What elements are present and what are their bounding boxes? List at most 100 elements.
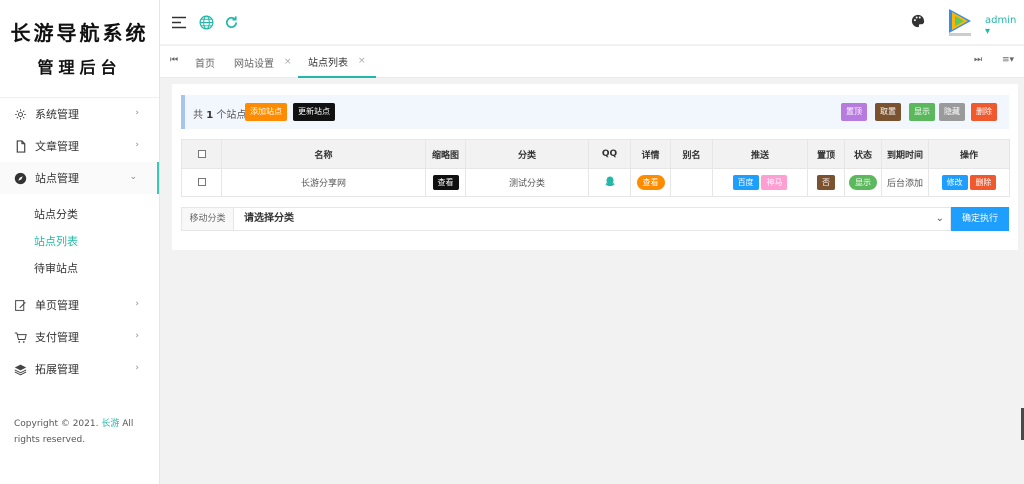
close-icon[interactable]: ×	[358, 56, 366, 66]
execute-button[interactable]: 确定执行	[951, 207, 1009, 231]
refresh-icon[interactable]	[222, 13, 240, 31]
user-name: admin	[985, 15, 1017, 26]
sidebar-item-label: 拓展管理	[35, 363, 79, 376]
thumb-cell: 查看	[425, 168, 466, 197]
category-select[interactable]: 请选择分类 ⌄	[234, 207, 951, 231]
copyright-prefix: Copyright © 2021.	[14, 419, 99, 429]
toolbar: 共 1 个站点 添加站点 更新站点 置顶 取置 显示 隐藏 删除	[181, 95, 1009, 129]
site-count: 共 1 个站点	[193, 106, 246, 121]
col-status: 状态	[844, 139, 882, 169]
close-icon[interactable]: ×	[284, 57, 292, 67]
push-shenma-button[interactable]: 神马	[761, 175, 788, 190]
table-header-row: 名称 缩略图 分类 QQ 详情 别名 推送 置顶 状态 到期时间 操作	[181, 139, 1010, 169]
palette-icon[interactable]	[911, 14, 925, 28]
tab-next-icon[interactable]: ⏭	[974, 55, 982, 65]
col-push: 推送	[712, 139, 808, 169]
qq-cell	[588, 168, 631, 197]
edit-page-icon	[14, 299, 27, 312]
chevron-right-icon: ›	[135, 108, 139, 118]
edit-button[interactable]: 修改	[941, 175, 968, 190]
view-detail-button[interactable]: 查看	[636, 175, 665, 190]
col-category: 分类	[465, 139, 589, 169]
chevron-right-icon: ›	[135, 363, 139, 373]
select-all-cell[interactable]	[181, 139, 222, 169]
tab-prev-icon[interactable]: ⏮	[170, 55, 178, 65]
show-button[interactable]: 显示	[909, 103, 935, 121]
sidebar-item-extensions[interactable]: 拓展管理 ›	[0, 353, 159, 385]
pin-button[interactable]: 置顶	[841, 103, 867, 121]
chevron-right-icon: ›	[135, 331, 139, 341]
logo[interactable]: 长游导航系统 管理后台	[0, 0, 159, 95]
col-qq: QQ	[588, 139, 631, 169]
chevron-right-icon: ›	[135, 140, 139, 150]
push-cell: 百度 神马	[712, 168, 808, 197]
content-card: 共 1 个站点 添加站点 更新站点 置顶 取置 显示 隐藏 删除 名称 缩略图 …	[172, 84, 1018, 250]
sidebar-item-label: 文章管理	[35, 140, 79, 153]
count-value: 1	[206, 110, 214, 121]
count-prefix: 共	[193, 110, 203, 121]
tab-home[interactable]: 首页	[195, 46, 215, 78]
chevron-down-icon: ⌄	[129, 172, 137, 182]
row-select-cell[interactable]	[181, 168, 222, 197]
tab-bar: ⏮ 首页 网站设置 × 站点列表 × ⏭ ≡▾	[160, 45, 1024, 78]
move-category-bar: 移动分类 请选择分类 ⌄ 确定执行	[181, 207, 1009, 231]
sidebar-item-sites[interactable]: 站点管理 ⌄	[0, 162, 159, 194]
document-icon	[14, 139, 27, 153]
sidebar-item-label: 支付管理	[35, 331, 79, 344]
site-name-link[interactable]: 长游分享网	[221, 168, 426, 197]
hide-button[interactable]: 隐藏	[939, 103, 965, 121]
view-thumbnail-button[interactable]: 查看	[432, 175, 459, 190]
expire-cell: 后台添加	[881, 168, 929, 197]
submenu-item-site-category[interactable]: 站点分类	[0, 200, 159, 227]
sidebar: 长游导航系统 管理后台 系统管理 › 文章管理 › 站点管理 ⌄ 站点分类 站点…	[0, 0, 160, 484]
chevron-down-icon: ▾	[985, 26, 991, 37]
col-actions: 操作	[928, 139, 1010, 169]
row-checkbox[interactable]	[197, 178, 206, 186]
submenu-item-site-list[interactable]: 站点列表	[0, 227, 159, 254]
push-baidu-button[interactable]: 百度	[732, 175, 759, 190]
tab-label: 站点列表	[308, 57, 348, 69]
category-select-value: 请选择分类	[244, 213, 294, 224]
sidebar-item-system[interactable]: 系统管理 ›	[0, 98, 159, 130]
col-name: 名称	[221, 139, 426, 169]
tab-label: 网站设置	[234, 58, 274, 70]
update-site-button[interactable]: 更新站点	[293, 103, 335, 121]
submenu-item-pending-sites[interactable]: 待审站点	[0, 254, 159, 281]
layers-icon	[14, 363, 27, 376]
tab-site-list[interactable]: 站点列表 ×	[298, 46, 376, 78]
sidebar-item-payment[interactable]: 支付管理 ›	[0, 321, 159, 353]
sidebar-item-articles[interactable]: 文章管理 ›	[0, 130, 159, 162]
select-all-checkbox[interactable]	[197, 149, 206, 158]
compass-icon	[14, 172, 27, 185]
tab-site-settings[interactable]: 网站设置 ×	[234, 46, 292, 78]
detail-cell: 查看	[630, 168, 671, 197]
user-menu[interactable]: admin ▾	[985, 15, 1024, 37]
col-thumbnail: 缩略图	[425, 139, 466, 169]
tab-more-icon[interactable]: ≡▾	[1002, 55, 1014, 65]
sidebar-item-pages[interactable]: 单页管理 ›	[0, 289, 159, 321]
copyright: Copyright © 2021. 长游 All rights reserved…	[14, 416, 149, 448]
status-badge[interactable]: 显示	[849, 175, 877, 190]
cart-icon	[14, 331, 27, 344]
avatar[interactable]	[945, 6, 975, 38]
delete-button[interactable]: 删除	[970, 175, 997, 190]
globe-icon[interactable]	[197, 13, 215, 31]
logo-title: 长游导航系统	[10, 21, 149, 45]
top-toggle-button[interactable]: 否	[817, 175, 835, 190]
tab-label: 首页	[195, 58, 215, 70]
table-row: 长游分享网 查看 测试分类 查看 百度 神马 否 显示 后台添加 修改 删除	[181, 168, 1010, 197]
col-top: 置顶	[807, 139, 845, 169]
count-suffix: 个站点	[216, 110, 247, 121]
site-table: 名称 缩略图 分类 QQ 详情 别名 推送 置顶 状态 到期时间 操作 长游分享…	[181, 139, 1010, 197]
category-link[interactable]: 测试分类	[465, 168, 589, 197]
menu-toggle-icon[interactable]	[170, 13, 188, 31]
unpin-button[interactable]: 取置	[875, 103, 901, 121]
delete-selected-button[interactable]: 删除	[971, 103, 997, 121]
move-category-label: 移动分类	[181, 207, 234, 231]
actions-cell: 修改 删除	[928, 168, 1010, 197]
qq-icon[interactable]	[605, 176, 615, 190]
add-site-button[interactable]: 添加站点	[245, 103, 287, 121]
chevron-down-icon: ⌄	[935, 213, 944, 224]
copyright-link[interactable]: 长游	[101, 419, 119, 429]
status-cell: 显示	[844, 168, 882, 197]
